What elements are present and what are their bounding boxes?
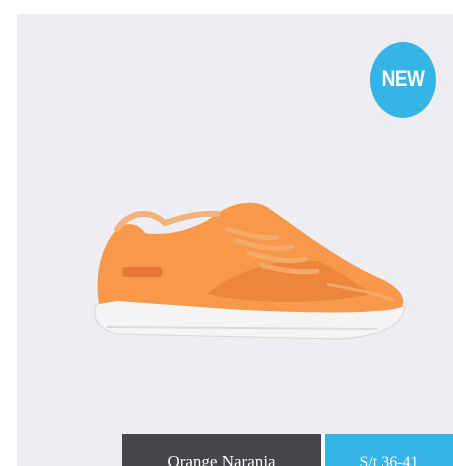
shoe-sneaker-icon[interactable] (77, 189, 407, 359)
size-range-label[interactable]: S/t 36-41 (325, 434, 453, 466)
color-name-text: Orange Naranja (167, 452, 276, 466)
color-name-label[interactable]: Orange Naranja (122, 434, 321, 466)
new-badge-label: NEW (381, 67, 425, 92)
product-info-bar: Orange Naranja S/t 36-41 (122, 434, 453, 466)
product-card[interactable]: NEW Orange Naranja S/t 36-41 (17, 14, 453, 466)
new-badge: NEW (370, 42, 436, 118)
size-range-text: S/t 36-41 (359, 454, 419, 466)
